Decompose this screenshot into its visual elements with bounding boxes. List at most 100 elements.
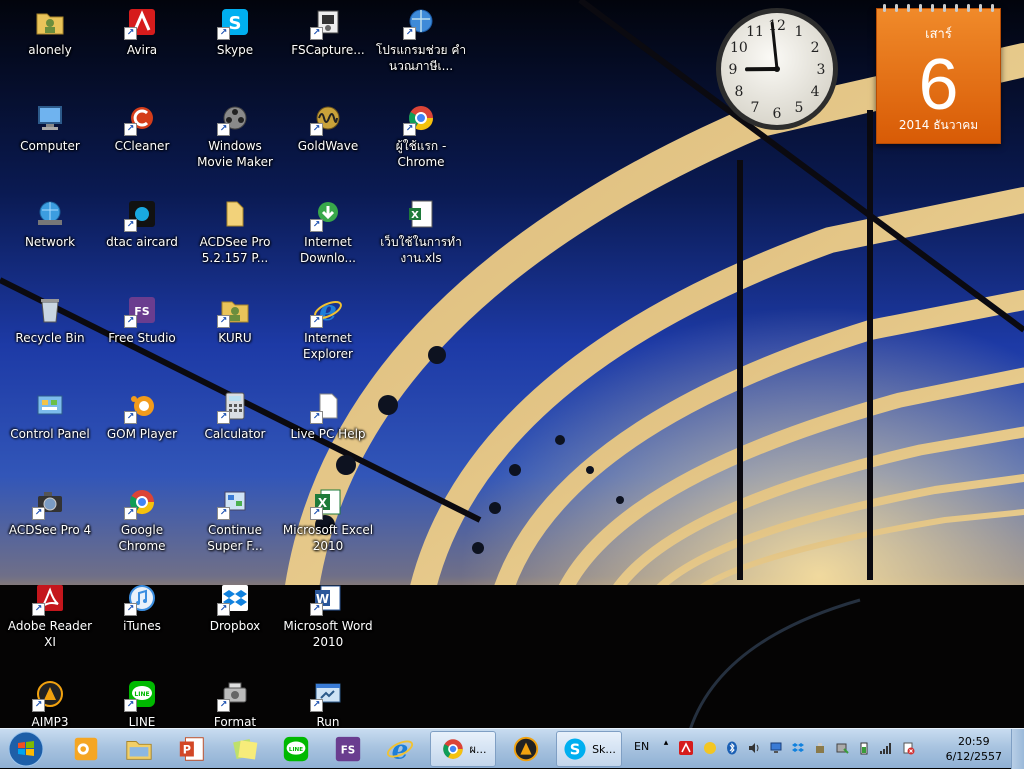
desktop-icon-excel2010[interactable]: X↗ Microsoft Excel 2010 xyxy=(282,486,374,554)
dropbox-tray-icon[interactable] xyxy=(790,740,806,756)
desktop-icon-ccleaner[interactable]: ↗ CCleaner xyxy=(96,102,188,154)
shortcut-arrow-icon: ↗ xyxy=(310,315,323,328)
icon-label: Network xyxy=(4,234,96,250)
shortcut-arrow-icon: ↗ xyxy=(217,507,230,520)
calendar-gadget[interactable]: เสาร์ 6 2014 ธันวาคม xyxy=(876,8,1001,144)
tray-expand-icon[interactable]: ▴ xyxy=(658,735,674,751)
start-button[interactable] xyxy=(4,730,48,768)
safely-remove-icon[interactable] xyxy=(834,740,850,756)
power-icon[interactable] xyxy=(856,740,872,756)
svg-text:e: e xyxy=(392,734,409,764)
shortcut-arrow-icon: ↗ xyxy=(124,603,137,616)
desktop-icon-adobe[interactable]: ↗ Adobe Reader XI xyxy=(4,582,96,650)
shortcut-arrow-icon: ↗ xyxy=(32,699,45,712)
desktop-icon-line[interactable]: LINE↗ LINE xyxy=(96,678,188,730)
shortcut-arrow-icon: ↗ xyxy=(32,507,45,520)
desktop-icon-ie[interactable]: e↗ Internet Explorer xyxy=(282,294,374,362)
recycle-bin-icon xyxy=(34,294,66,326)
svg-text:P: P xyxy=(183,744,191,757)
icon-label: Dropbox xyxy=(189,618,281,634)
desktop-icon-alonely[interactable]: alonely xyxy=(4,6,96,58)
taskbar: P LINE FS e ผ... S Sk... EN ▴ 20:59 xyxy=(0,728,1024,768)
icon-label: FSCapture... xyxy=(282,42,374,58)
desktop-icon-excel-file[interactable]: X เว็บใช้ในการทำ งาน.xls xyxy=(375,198,467,266)
desktop-icon-chrome[interactable]: ↗ Google Chrome xyxy=(96,486,188,554)
icon-label: Microsoft Word 2010 xyxy=(282,618,374,650)
taskbar-line[interactable]: LINE xyxy=(270,731,322,767)
desktop-icon-fscapture[interactable]: ↗ FSCapture... xyxy=(282,6,374,58)
volume-icon[interactable] xyxy=(746,740,762,756)
desktop-icon-thai-tax[interactable]: ↗ โปรแกรมช่วย คำนวณภาษีเ... xyxy=(375,6,467,74)
action-center-icon[interactable] xyxy=(900,740,916,756)
taskbar-ie[interactable]: e xyxy=(374,731,426,767)
taskbar-sticky-notes[interactable] xyxy=(219,731,271,767)
show-desktop-button[interactable] xyxy=(1011,729,1024,769)
shortcut-arrow-icon: ↗ xyxy=(124,507,137,520)
icon-label: Live PC Help xyxy=(282,426,374,442)
usb-icon[interactable] xyxy=(812,740,828,756)
icon-label: Continue Super F... xyxy=(189,522,281,554)
desktop-icon-idm[interactable]: ↗ Internet Downlo... xyxy=(282,198,374,266)
taskbar-chrome[interactable]: ผ... xyxy=(430,731,496,767)
ie-icon: e xyxy=(385,734,415,764)
icon-label: CCleaner xyxy=(96,138,188,154)
shortcut-arrow-icon: ↗ xyxy=(310,603,323,616)
clock-numeral: 1 xyxy=(795,24,804,40)
network-tray-icon[interactable] xyxy=(768,740,784,756)
desktop-icon-aimp3[interactable]: ↗ AIMP3 xyxy=(4,678,96,730)
desktop-icon-calculator[interactable]: ↗ Calculator xyxy=(189,390,281,442)
language-indicator[interactable]: EN xyxy=(634,740,649,753)
icon-label: Calculator xyxy=(189,426,281,442)
desktop-icon-superf[interactable]: ↗ Continue Super F... xyxy=(189,486,281,554)
icon-label: iTunes xyxy=(96,618,188,634)
desktop-icon-goldwave[interactable]: ↗ GoldWave xyxy=(282,102,374,154)
clock-numeral: 9 xyxy=(729,62,738,78)
icon-label: เว็บใช้ในการทำ งาน.xls xyxy=(375,234,467,266)
desktop-icon-kuru[interactable]: ↗ KURU xyxy=(189,294,281,346)
clock-gadget[interactable]: 121234567891011 xyxy=(714,6,840,132)
icon-label: Internet Explorer xyxy=(282,330,374,362)
system-date: 6/12/2557 xyxy=(946,749,1002,764)
icon-label: Windows Movie Maker xyxy=(189,138,281,170)
icon-label: KURU xyxy=(189,330,281,346)
icon-label: Free Studio xyxy=(96,330,188,346)
bluetooth-icon[interactable] xyxy=(724,740,740,756)
desktop-icon-chrome-user[interactable]: ↗ ผู้ใช้แรก - Chrome xyxy=(375,102,467,170)
taskbar-free-studio[interactable]: FS xyxy=(322,731,374,767)
taskbar-skype[interactable]: S Sk... xyxy=(556,731,622,767)
desktop-icon-livepc[interactable]: ↗ Live PC Help xyxy=(282,390,374,442)
icon-label: ผู้ใช้แรก - Chrome xyxy=(375,138,467,170)
explorer-icon xyxy=(124,734,154,764)
svg-text:LINE: LINE xyxy=(134,691,149,698)
desktop-icon-word2010[interactable]: W↗ Microsoft Word 2010 xyxy=(282,582,374,650)
desktop-icon-controlpanel[interactable]: Control Panel xyxy=(4,390,96,442)
desktop-icon-acdsee4[interactable]: ↗ ACDSee Pro 4 xyxy=(4,486,96,538)
desktop-icon-dropbox[interactable]: ↗ Dropbox xyxy=(189,582,281,634)
taskbar-explorer[interactable] xyxy=(113,731,165,767)
system-tray: EN ▴ 20:59 6/12/2557 xyxy=(628,729,1024,769)
desktop-icon-format[interactable]: ↗ Format xyxy=(189,678,281,730)
taskbar-outlook[interactable] xyxy=(60,731,112,767)
desktop-icon-acdsee52[interactable]: ACDSee Pro 5.2.157 P... xyxy=(189,198,281,266)
desktop-icon-avira[interactable]: ↗ Avira xyxy=(96,6,188,58)
norton-tray-icon[interactable] xyxy=(702,740,718,756)
aimp-icon xyxy=(511,734,541,764)
desktop-icon-network[interactable]: Network xyxy=(4,198,96,250)
taskbar-aimp[interactable] xyxy=(500,731,552,767)
desktop-icon-dtac[interactable]: ↗ dtac aircard xyxy=(96,198,188,250)
desktop-icon-recycle[interactable]: Recycle Bin xyxy=(4,294,96,346)
desktop-icon-freestudio[interactable]: FS↗ Free Studio xyxy=(96,294,188,346)
desktop-icon-skype[interactable]: S↗ Skype xyxy=(189,6,281,58)
desktop-icon-moviemaker[interactable]: ↗ Windows Movie Maker xyxy=(189,102,281,170)
system-clock[interactable]: 20:59 6/12/2557 xyxy=(946,734,1002,764)
outlook-icon xyxy=(71,734,101,764)
desktop-icon-itunes[interactable]: ↗ iTunes xyxy=(96,582,188,634)
signal-icon[interactable] xyxy=(878,740,894,756)
powerpoint-icon: P xyxy=(177,734,207,764)
avira-tray-icon[interactable] xyxy=(678,740,694,756)
shortcut-arrow-icon: ↗ xyxy=(217,699,230,712)
taskbar-powerpoint[interactable]: P xyxy=(166,731,218,767)
desktop-icon-gom[interactable]: ↗ GOM Player xyxy=(96,390,188,442)
desktop-icon-computer[interactable]: Computer xyxy=(4,102,96,154)
desktop-icon-run[interactable]: ↗ Run xyxy=(282,678,374,730)
